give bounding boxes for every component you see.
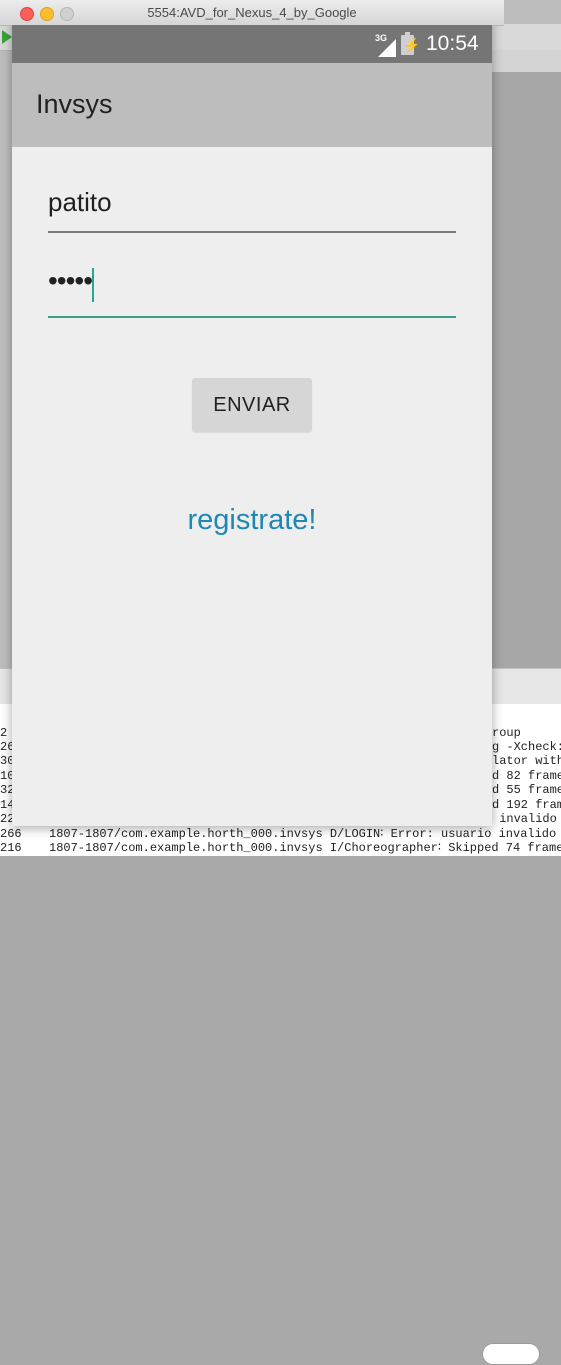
password-field[interactable]: ••••• [48,265,456,318]
bolt-icon: ⚡ [403,37,421,53]
log-line-text: 1807-1807/com.example.horth_000.invsys I… [49,841,561,855]
enviar-button[interactable]: ENVIAR [192,378,312,432]
status-time: 10:54 [426,32,479,55]
username-value: patito [48,187,112,217]
username-field[interactable]: patito [48,183,456,233]
emulator-window: 5554:AVD_for_Nexus_4_by_Google 3G ⚡ 10:5… [0,0,504,826]
ide-editor-area [492,72,561,668]
log-line-num: 266 [0,827,22,841]
log-line-tail: invalido [492,812,557,826]
register-link[interactable]: registrate! [12,504,492,537]
ide-toolbar-right [492,50,561,73]
app-title: Invsys [36,89,113,119]
login-screen: patito ••••• ENVIAR registrate! [12,147,492,826]
window-title-bar[interactable]: 5554:AVD_for_Nexus_4_by_Google [0,0,504,26]
log-line-num: 2 [0,726,8,740]
signal-icon [378,39,396,57]
text-cursor [92,268,94,302]
log-line-tail: d 82 frames [492,769,561,783]
log-line-tail: roup [492,726,529,740]
app-bar: Invsys [12,63,492,147]
android-status-bar: 3G ⚡ 10:54 [12,25,492,63]
log-line-tail: lator witho [492,754,561,768]
log-line-tail: d 55 frames [492,783,561,797]
window-title: 5554:AVD_for_Nexus_4_by_Google [147,5,357,20]
log-line-tail: g -Xcheck: [492,740,561,754]
logcat-search-input[interactable] [482,1343,540,1365]
log-line-tail: d 192 frame [492,798,561,812]
log-line-num: 216 [0,841,22,855]
log-line-text: 1807-1807/com.example.horth_000.invsys D… [49,827,557,841]
password-value: ••••• [48,265,93,296]
run-icon[interactable] [2,30,12,44]
battery-charging-icon: ⚡ [401,32,420,55]
